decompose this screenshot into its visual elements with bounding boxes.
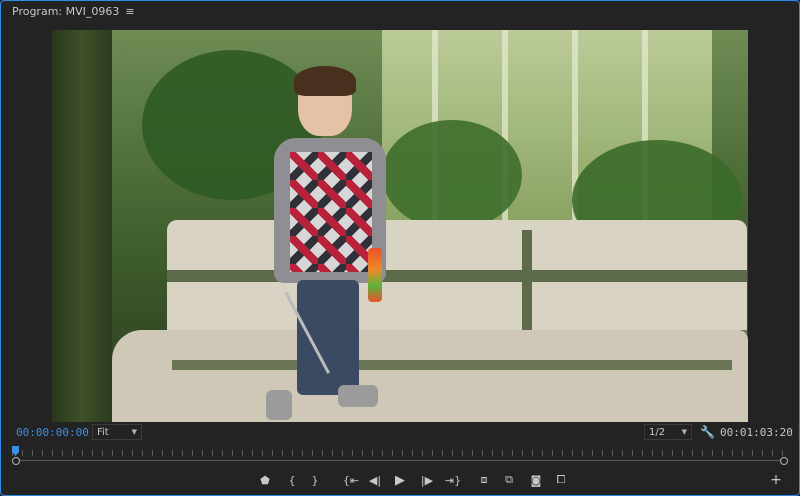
program-monitor-video[interactable] [52,30,748,422]
time-ruler-ticks [12,450,788,456]
zoom-select[interactable]: Fit ▼ [92,424,142,440]
video-sofa-stripe [167,270,747,282]
mark-in-icon[interactable]: { [283,472,301,488]
play-icon[interactable]: ▶ [391,472,409,488]
button-editor-add-icon[interactable]: + [768,472,784,488]
comparison-view-icon[interactable]: ⧠ [552,472,570,488]
monitor-controls-row: 00:00:00:00 Fit ▼ 1/2 ▼ 🔧 00:01:03:20 [0,424,800,442]
video-sofa-seat [112,330,748,422]
wrench-icon[interactable]: 🔧 [700,425,715,439]
video-curtain [52,30,112,422]
video-toy [368,248,382,302]
extract-icon[interactable]: ⧉ [500,472,518,488]
add-marker-icon[interactable]: ⬟ [256,472,274,488]
video-boy-sock [266,390,292,420]
zoom-select-value: Fit [97,426,109,438]
chevron-down-icon: ▼ [131,428,137,436]
resolution-select-value: 1/2 [649,426,666,438]
video-sofa-stripe [172,360,732,370]
transport-controls: ⬟ { } {⇤ ◀| ▶ |▶ ⇥} ⧈ ⧉ ◙ ⧠ [0,472,800,490]
panel-title: Program: MVI_0963 [12,4,120,18]
hamburger-icon[interactable]: ≡ [125,5,134,18]
video-boy-sweater [290,152,372,272]
playback-resolution-select[interactable]: 1/2 ▼ [644,424,692,440]
zoom-scrollbar-left-handle[interactable] [12,457,20,465]
chevron-down-icon: ▼ [681,428,687,436]
time-ruler[interactable] [12,446,788,466]
go-to-in-icon[interactable]: {⇤ [340,472,362,488]
video-boy-legs [297,280,359,395]
zoom-scrollbar-track[interactable] [16,460,784,461]
video-leaves [382,120,522,230]
duration-timecode: 00:01:03:20 [720,426,793,439]
step-back-icon[interactable]: ◀| [366,472,384,488]
export-frame-icon[interactable]: ◙ [527,472,545,488]
video-boy-hair [294,66,356,96]
panel-header: Program: MVI_0963 ≡ [0,0,800,22]
step-forward-icon[interactable]: |▶ [418,472,436,488]
go-to-out-icon[interactable]: ⇥} [442,472,464,488]
lift-icon[interactable]: ⧈ [475,472,493,488]
playhead-timecode[interactable]: 00:00:00:00 [16,426,89,439]
mark-out-icon[interactable]: } [306,472,324,488]
zoom-scrollbar-right-handle[interactable] [780,457,788,465]
video-boy-sock [338,385,378,407]
